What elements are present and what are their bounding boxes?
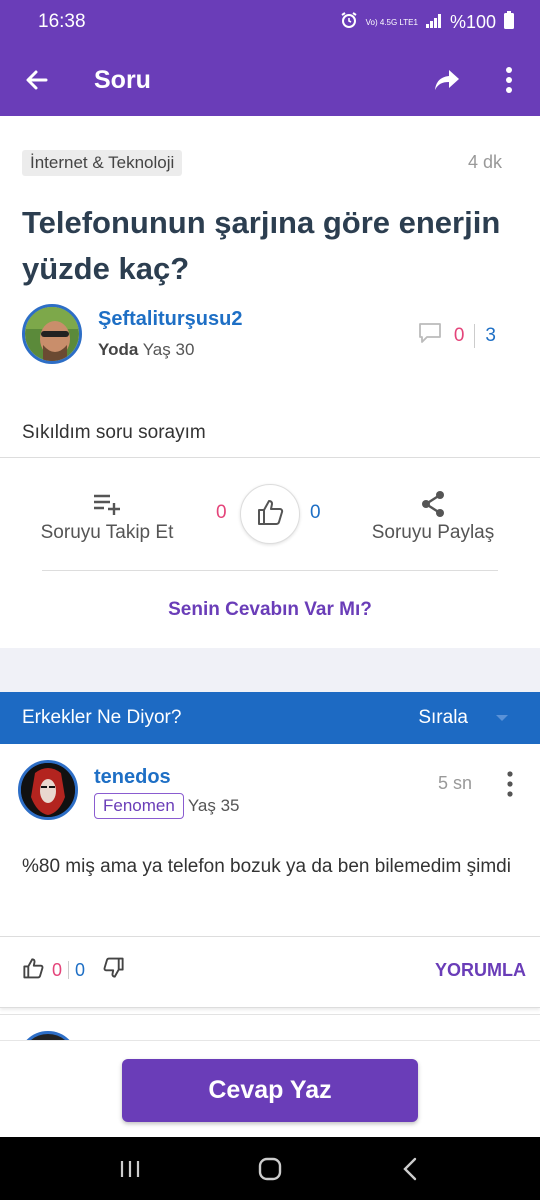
comment-count-blue: 3	[485, 325, 496, 346]
answer-prompt-link[interactable]: Senin Cevabın Var Mı?	[0, 599, 540, 621]
author-rank: Yoda	[98, 340, 139, 359]
question-title: Telefonunun şarjına göre enerjin yüzde k…	[22, 205, 501, 286]
next-answer-card	[0, 1014, 540, 1040]
section-spacer	[0, 648, 540, 692]
rank-badge: Fenomen	[94, 793, 184, 819]
more-vertical-icon[interactable]	[478, 44, 540, 116]
share-question-label: Soruyu Paylaş	[371, 522, 495, 543]
recent-apps-icon[interactable]	[100, 1149, 160, 1189]
answer-author[interactable]: tenedos Fenomen Yaş 35	[18, 760, 240, 820]
thumbs-up-icon	[256, 498, 284, 531]
answers-header: Erkekler Ne Diyor? Sırala	[0, 692, 540, 744]
system-back-icon[interactable]	[380, 1149, 440, 1189]
question-time: 4 dk	[467, 152, 502, 172]
playlist-add-icon	[36, 486, 178, 522]
signal-icon	[425, 12, 442, 33]
answer-author-name[interactable]: tenedos	[94, 766, 240, 789]
question-actions: Soruyu Takip Et 0 0 Soruyu Paylaş	[0, 480, 540, 580]
question-header: İnternet & Teknoloji 4 dk Telefonunun şa…	[0, 116, 540, 364]
alarm-icon	[340, 11, 358, 34]
sort-button[interactable]: Sırala	[418, 707, 468, 729]
like-count-blue: 0	[310, 502, 321, 523]
status-time: 16:38	[38, 11, 86, 32]
author-name[interactable]: Şeftaliturşusu2	[98, 308, 242, 331]
follow-question-button[interactable]: Soruyu Takip Et	[36, 486, 178, 544]
answer-time: 5 sn	[437, 773, 472, 793]
author-age: Yaş 30	[142, 340, 195, 359]
comment-icon	[418, 322, 442, 350]
home-icon[interactable]	[240, 1149, 300, 1189]
question-author[interactable]: Şeftaliturşusu2 Yoda Yaş 30 0 3	[22, 304, 518, 364]
comment-count-pink: 0	[453, 325, 465, 346]
question-body: Sıkıldım soru sorayım	[22, 422, 206, 443]
answer-text: %80 miş ama ya telefon bozuk ya da ben b…	[22, 856, 511, 877]
answer-like-count-blue: 0	[75, 959, 86, 980]
thumbs-up-icon[interactable]	[22, 956, 44, 985]
category-tag[interactable]: İnternet & Teknoloji	[22, 150, 183, 176]
answer-card: tenedos Fenomen Yaş 35 5 sn %80 miş ama …	[0, 744, 540, 1008]
question-content: İnternet & Teknoloji 4 dk Telefonunun şa…	[0, 116, 540, 1040]
share-nodes-icon	[368, 486, 498, 522]
chevron-down-icon[interactable]	[496, 715, 508, 721]
page-title: Soru	[94, 65, 151, 94]
system-nav-bar	[0, 1137, 540, 1200]
comment-button[interactable]: YORUMLA	[435, 960, 526, 981]
like-button[interactable]	[240, 484, 300, 544]
write-answer-button[interactable]: Cevap Yaz	[122, 1059, 418, 1122]
answer-actions: 0 0 YORUMLA	[22, 948, 526, 992]
bottom-action-bar: Cevap Yaz	[0, 1040, 540, 1137]
status-bar: 16:38 Vo) 4.5G LTE1 %100	[0, 0, 540, 44]
answer-author-age: Yaş 35	[187, 796, 240, 815]
more-vertical-icon[interactable]	[500, 770, 520, 798]
battery-icon	[504, 10, 514, 34]
follow-question-label: Soruyu Takip Et	[40, 522, 174, 543]
battery-level: %100	[449, 11, 496, 32]
divider	[0, 936, 540, 937]
comment-counts[interactable]: 0 3	[418, 322, 496, 350]
back-arrow-icon[interactable]	[0, 44, 74, 116]
network-indicator: Vo) 4.5G LTE1	[365, 17, 418, 27]
avatar[interactable]	[22, 304, 82, 364]
app-bar: Soru	[0, 44, 540, 116]
share-icon[interactable]	[416, 44, 478, 116]
like-count-pink: 0	[216, 502, 227, 523]
answers-header-label: Erkekler Ne Diyor?	[22, 707, 182, 728]
avatar[interactable]	[18, 760, 78, 820]
divider	[68, 961, 70, 979]
answer-like-count-pink: 0	[52, 959, 63, 980]
share-question-button[interactable]: Soruyu Paylaş	[368, 486, 498, 544]
avatar[interactable]	[18, 1031, 78, 1040]
divider	[42, 570, 498, 571]
divider	[0, 457, 540, 458]
divider	[474, 324, 476, 348]
thumbs-down-icon[interactable]	[103, 956, 125, 985]
